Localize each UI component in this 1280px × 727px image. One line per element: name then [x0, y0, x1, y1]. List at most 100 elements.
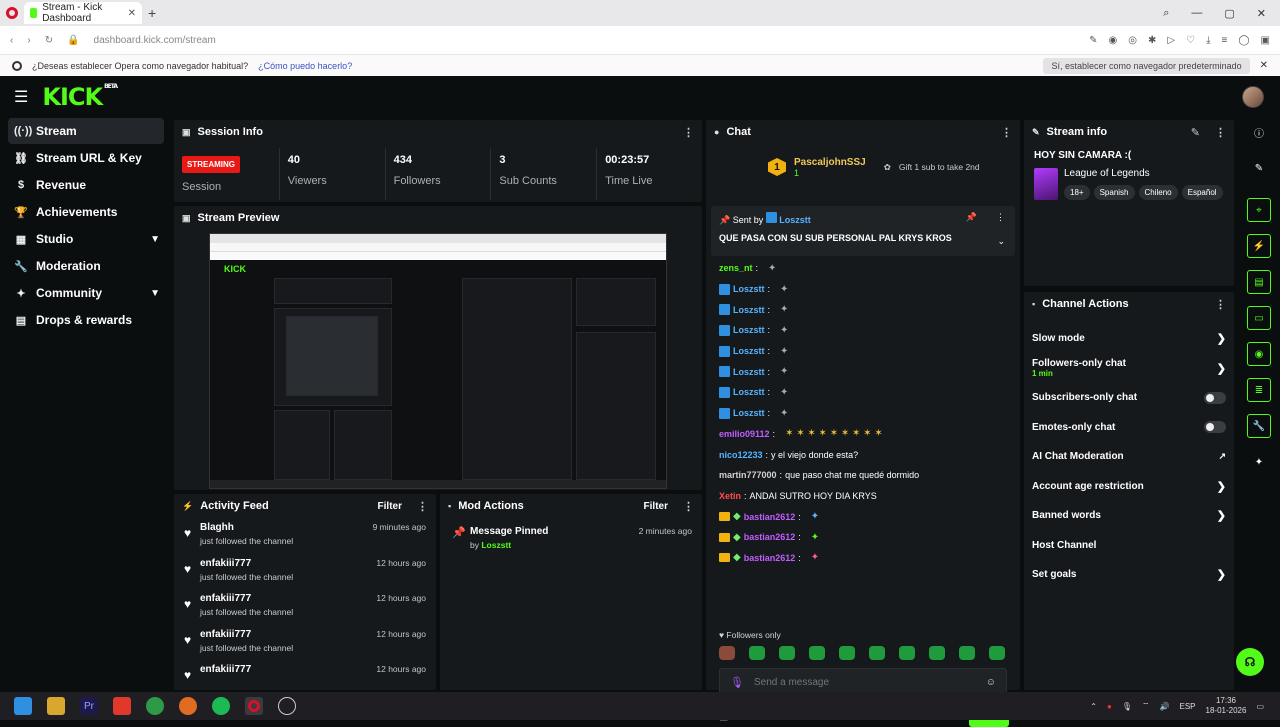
volume-icon[interactable]: 🔊 [1160, 702, 1170, 711]
extensions-icon[interactable]: ✱ [1148, 35, 1156, 46]
pin-menu-icon[interactable]: ⋮ [996, 212, 1005, 223]
pinned-user[interactable]: Loszstt [779, 215, 811, 225]
community-icon[interactable]: ✦ [1247, 450, 1271, 474]
activity-user[interactable]: enfakiii777 [200, 664, 251, 675]
wifi-icon[interactable]: ⌔ [1142, 701, 1150, 711]
file-explorer-icon[interactable] [47, 697, 65, 715]
opera-logo-icon[interactable] [6, 7, 18, 19]
sidebar-item-revenue[interactable]: $ Revenue [8, 172, 164, 198]
emote[interactable] [929, 646, 945, 660]
back-icon[interactable]: ‹ [10, 35, 13, 46]
edit-icon[interactable]: ✎ [1191, 126, 1200, 139]
hamburger-icon[interactable]: ☰ [14, 87, 28, 107]
emote[interactable] [989, 646, 1005, 660]
document-icon[interactable]: ▤ [1247, 270, 1271, 294]
sidebar-item-moderation[interactable]: 🔧 Moderation [8, 253, 164, 279]
lightning-icon[interactable]: ⚡ [1247, 234, 1271, 258]
sidebar-item-drops-rewards[interactable]: ▤ Drops & rewards [8, 307, 164, 333]
download-icon[interactable]: ⤓ [1206, 35, 1210, 46]
edit-icon[interactable]: ✎ [1089, 35, 1097, 46]
camera-icon[interactable]: ◉ [1109, 35, 1118, 46]
brave-icon[interactable] [113, 697, 131, 715]
chat-username[interactable]: Loszstt [733, 387, 765, 397]
emote[interactable] [839, 646, 855, 660]
banned-words-row[interactable]: Banned words ❯ [1024, 501, 1234, 531]
clock[interactable]: 17:36 18-01-2026 [1206, 696, 1247, 716]
mic-tray-icon[interactable]: 🎙 [1122, 702, 1132, 711]
heart-icon[interactable]: ♡ [1186, 35, 1195, 46]
notifications-icon[interactable]: ▭ [1256, 702, 1264, 711]
menu-icon[interactable]: ≡ [1222, 35, 1228, 46]
forward-icon[interactable]: › [27, 35, 30, 46]
emote[interactable] [719, 646, 735, 660]
url-field[interactable]: dashboard.kick.com/stream [94, 35, 216, 46]
close-tab-icon[interactable]: ✕ [128, 8, 136, 19]
chat-username[interactable]: zens_nt [719, 263, 753, 273]
chat-username[interactable]: Xetin [719, 491, 741, 501]
emote[interactable] [899, 646, 915, 660]
chat-username[interactable]: Loszstt [733, 305, 765, 315]
chat-input[interactable] [753, 676, 976, 688]
more-options-icon[interactable]: ⋮ [417, 500, 428, 513]
emote[interactable] [779, 646, 795, 660]
chat-username[interactable]: Loszstt [733, 325, 765, 335]
chat-username[interactable]: bastian2612 [744, 512, 796, 522]
chat-username[interactable]: martin777000 [719, 470, 777, 480]
more-options-icon[interactable]: ⋮ [683, 500, 694, 513]
activity-user[interactable]: Blaghh [200, 522, 293, 533]
sidebar-item-studio[interactable]: ▦ Studio ▼ [8, 226, 164, 252]
ai-moderation-row[interactable]: AI Chat Moderation ↗ [1024, 442, 1234, 472]
chat-username[interactable]: emilio09112 [719, 429, 770, 439]
account-age-row[interactable]: Account age restriction ❯ [1024, 472, 1234, 502]
layers-icon[interactable]: ≣ [1247, 378, 1271, 402]
spotify-icon[interactable] [212, 697, 230, 715]
emoji-icon[interactable]: ☺ [986, 677, 996, 688]
stream-preview-video[interactable]: KICK [209, 233, 667, 489]
maximize-button[interactable]: ▢ [1224, 7, 1234, 20]
windows-start-icon[interactable] [14, 697, 32, 715]
sidebar-item-achievements[interactable]: 🏆 Achievements [8, 199, 164, 225]
mod-user[interactable]: Loszstt [481, 540, 511, 550]
play-icon[interactable]: ▷ [1167, 35, 1175, 46]
chat-username[interactable]: nico12233 [719, 450, 763, 460]
category-cover[interactable] [1034, 168, 1058, 200]
profile-icon[interactable]: ◯ [1238, 35, 1249, 46]
host-channel-row[interactable]: Host Channel [1024, 531, 1234, 561]
mic-icon[interactable]: 🎙 [730, 676, 744, 689]
sidebar-item-community[interactable]: ✦ Community ▼ [8, 280, 164, 306]
browser-tab[interactable]: Stream - Kick Dashboard ✕ [24, 2, 142, 24]
firefox-icon[interactable] [179, 697, 197, 715]
premiere-icon[interactable]: Pr [80, 697, 98, 715]
record-icon[interactable]: ● [1107, 702, 1112, 711]
reload-icon[interactable]: ↻ [45, 35, 53, 46]
chat-icon[interactable]: ▭ [1247, 306, 1271, 330]
emote[interactable] [869, 646, 885, 660]
followers-only-row[interactable]: Followers-only chat 1 min ❯ [1024, 354, 1234, 384]
wrench-icon[interactable]: 🔧 [1247, 414, 1271, 438]
top-gifter[interactable]: PascaljohnSSJ 1 [794, 157, 866, 178]
opera-taskbar-icon[interactable] [245, 697, 263, 715]
sidebar-item-stream-url-key[interactable]: ⛓ Stream URL & Key [8, 145, 164, 171]
emote[interactable] [809, 646, 825, 660]
emote[interactable] [959, 646, 975, 660]
lock-icon[interactable]: 🔒 [67, 35, 79, 46]
more-options-icon[interactable]: ⋮ [1215, 298, 1226, 311]
close-window-button[interactable]: ✕ [1257, 7, 1266, 20]
chat-username[interactable]: bastian2612 [744, 532, 796, 542]
unpin-icon[interactable]: 📌 [966, 212, 977, 223]
category-name[interactable]: League of Legends [1064, 168, 1223, 179]
sidebar-item-stream[interactable]: ((·)) Stream [8, 118, 164, 144]
gift-hint[interactable]: Gift 1 sub to take 2nd [899, 162, 980, 172]
minimize-button[interactable]: — [1191, 7, 1202, 20]
notice-link[interactable]: ¿Cómo puedo hacerlo? [258, 61, 352, 71]
broadcast-icon[interactable]: ◉ [1247, 342, 1271, 366]
more-options-icon[interactable]: ⋮ [1215, 126, 1226, 139]
language-indicator[interactable]: ESP [1180, 702, 1196, 711]
search-icon[interactable]: ⌕ [1163, 7, 1169, 20]
subscribers-only-toggle[interactable] [1204, 391, 1226, 404]
set-goals-row[interactable]: Set goals ❯ [1024, 560, 1234, 590]
new-tab-button[interactable]: + [148, 5, 156, 21]
chrome-icon[interactable] [146, 697, 164, 715]
filter-button[interactable]: Filter [378, 501, 402, 512]
avatar[interactable] [1242, 86, 1264, 108]
